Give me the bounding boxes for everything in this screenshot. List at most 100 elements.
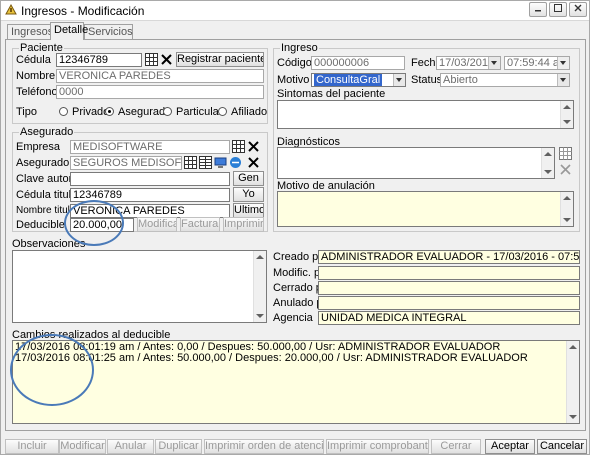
scroll-down-icon[interactable] <box>256 314 264 318</box>
radio-privado[interactable] <box>59 107 68 116</box>
annotation-circle <box>64 200 124 246</box>
imprimir-orden-button[interactable]: Imprimir orden de atención OAM <box>204 439 324 454</box>
facturar-button[interactable]: Facturar <box>180 217 220 232</box>
aseguradora-field[interactable]: SEGUROS MEDISOFTWARE <box>70 156 182 170</box>
gen-button[interactable]: Gen <box>233 171 264 186</box>
grid-icon[interactable] <box>145 53 158 66</box>
agencia-field: UNIDAD MEDICA INTEGRAL <box>318 311 580 325</box>
clear-icon[interactable] <box>160 53 173 66</box>
annotation-circle <box>10 334 94 406</box>
tab-label: Servicios <box>88 26 133 38</box>
radio-afiliado-label: Afiliado <box>231 106 268 118</box>
window-title: Ingresos - Modificación <box>21 4 145 18</box>
tab-detalle[interactable]: Detalle <box>50 22 88 40</box>
observaciones-textarea[interactable] <box>12 250 267 323</box>
hora-field[interactable]: 07:59:44 am <box>504 56 570 70</box>
radio-particular-label: Particular <box>176 106 223 118</box>
scroll-down-icon[interactable] <box>544 170 552 174</box>
duplicar-button[interactable]: Duplicar <box>155 439 202 454</box>
minimize-button[interactable] <box>529 2 547 17</box>
aceptar-button[interactable]: Aceptar <box>485 439 535 454</box>
browser-icon[interactable] <box>229 156 242 169</box>
scrollbar[interactable] <box>541 148 554 178</box>
tipo-label: Tipo <box>16 106 37 118</box>
empresa-label: Empresa <box>16 141 61 153</box>
yo-button[interactable]: Yo <box>233 187 264 202</box>
grid-icon[interactable] <box>184 156 197 169</box>
clear-icon[interactable] <box>247 140 260 153</box>
tab-servicios[interactable]: Servicios <box>84 24 133 39</box>
cerrar-button[interactable]: Cerrar <box>431 439 481 454</box>
scrollbar[interactable] <box>560 101 573 128</box>
telefono-label: Teléfono <box>16 86 58 98</box>
diagnosticos-textarea[interactable] <box>277 147 555 179</box>
table-icon[interactable] <box>199 156 212 169</box>
modificar-deducible-button[interactable]: Modificar <box>137 217 177 232</box>
radio-particular[interactable] <box>163 107 172 116</box>
status-select[interactable]: Abierto <box>440 73 570 87</box>
radio-afiliado[interactable] <box>218 107 227 116</box>
fecha-value: 17/03/2016 <box>439 57 495 69</box>
codigo-field[interactable]: 000000006 <box>311 56 405 70</box>
chevron-down-icon[interactable] <box>393 74 405 86</box>
clear-icon[interactable] <box>559 163 572 176</box>
empresa-field[interactable]: MEDISOFTWARE <box>70 140 230 154</box>
clave-field[interactable] <box>70 172 230 186</box>
scroll-down-icon[interactable] <box>569 415 577 419</box>
grid-icon[interactable] <box>559 147 572 160</box>
anular-button[interactable]: Anular <box>107 439 154 454</box>
imprimir-button[interactable]: Imprimir <box>223 217 264 232</box>
scrollbar[interactable] <box>566 341 579 423</box>
radio-asegurado[interactable] <box>105 107 114 116</box>
maximize-button[interactable] <box>549 2 567 17</box>
imprimir-comprobante-button[interactable]: Imprimir comprobante CSM <box>326 439 429 454</box>
cancelar-button[interactable]: Cancelar <box>537 439 587 454</box>
nombre-field[interactable]: VERONICA PAREDES <box>56 69 264 83</box>
chevron-down-icon[interactable] <box>557 74 569 86</box>
modific-field <box>318 266 580 280</box>
scroll-up-icon[interactable] <box>563 196 571 200</box>
status-value: Abierto <box>443 74 478 86</box>
sintomas-textarea[interactable] <box>277 100 574 129</box>
clave-label: Clave autori. <box>16 173 78 185</box>
scroll-up-icon[interactable] <box>256 255 264 259</box>
nombre-label: Nombre <box>16 70 56 82</box>
cambios-log[interactable]: 17/03/2016 08:01:19 am / Antes: 0,00 / D… <box>12 340 580 424</box>
tab-label: Detalle <box>54 24 89 36</box>
monitor-icon[interactable] <box>214 156 227 169</box>
agencia-label: Agencia <box>273 312 313 324</box>
spin-icon[interactable] <box>557 57 569 69</box>
close-button[interactable] <box>569 2 587 17</box>
modificar-button[interactable]: Modificar <box>59 439 106 454</box>
fecha-field[interactable]: 17/03/2016 <box>436 56 501 70</box>
radio-privado-label: Privado <box>72 106 110 118</box>
cedula-field[interactable]: 12346789 <box>56 53 142 67</box>
telefono-field[interactable]: 0000 <box>56 85 264 99</box>
minimize-icon <box>535 10 541 12</box>
log-line: 17/03/2016 08:01:25 am / Antes: 50.000,0… <box>15 352 528 364</box>
scroll-up-icon[interactable] <box>544 152 552 156</box>
motivo-select[interactable]: ConsultaGral <box>311 73 406 87</box>
registrar-paciente-button[interactable]: Registrar paciente <box>176 52 264 67</box>
scroll-up-icon[interactable] <box>563 105 571 109</box>
detalle-panel: Paciente Cédula 12346789 Registrar pacie… <box>5 39 586 431</box>
tab-ingresos[interactable]: Ingresos <box>7 24 53 39</box>
motivo-label: Motivo <box>277 74 310 86</box>
scroll-up-icon[interactable] <box>569 345 577 349</box>
codigo-label: Código <box>277 57 312 69</box>
clear-icon[interactable] <box>247 156 260 169</box>
sintomas-label: Sintomas del paciente <box>277 88 386 100</box>
cerrado-field <box>318 281 580 295</box>
scroll-down-icon[interactable] <box>563 218 571 222</box>
chevron-down-icon[interactable] <box>488 57 500 69</box>
app-icon <box>5 4 17 15</box>
anulacion-textarea[interactable] <box>277 191 574 227</box>
grid-icon[interactable] <box>232 140 245 153</box>
status-label: Status <box>411 74 443 86</box>
scroll-down-icon[interactable] <box>563 120 571 124</box>
scrollbar[interactable] <box>560 192 573 226</box>
ultimo-button[interactable]: Ultimo <box>233 203 264 218</box>
incluir-button[interactable]: Incluir <box>5 439 59 454</box>
scrollbar[interactable] <box>253 251 266 322</box>
app-window: Ingresos - Modificación Ingresos Detalle… <box>0 0 590 455</box>
